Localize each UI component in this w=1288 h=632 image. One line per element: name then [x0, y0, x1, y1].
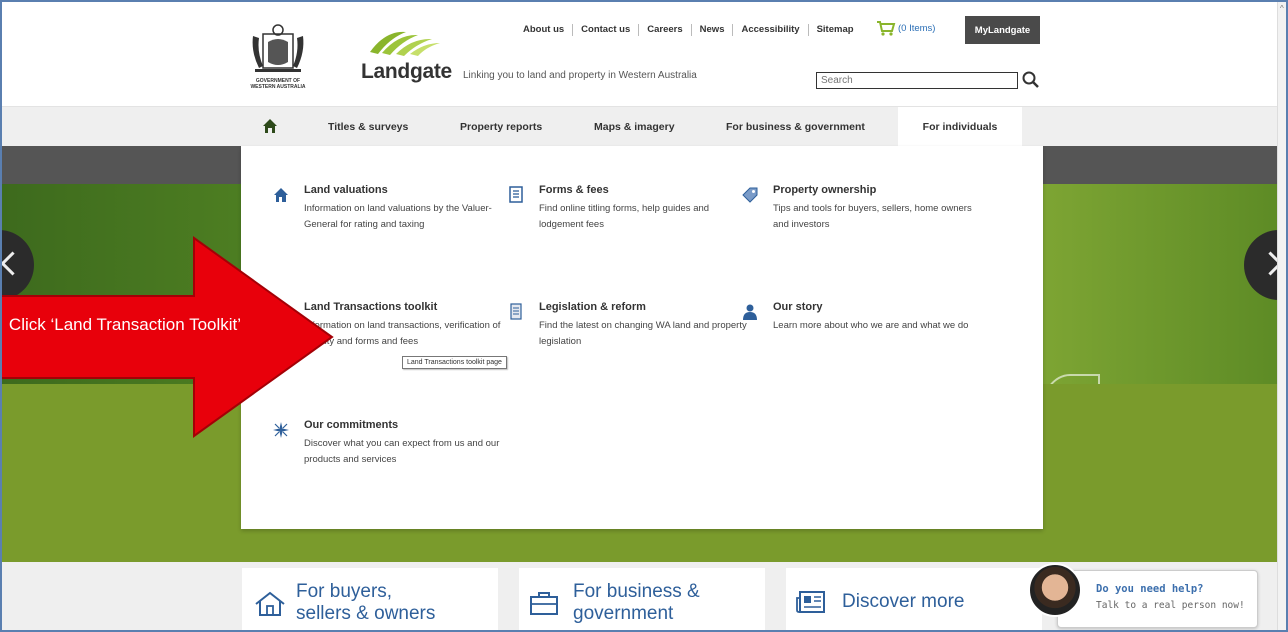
news-link[interactable]: News: [692, 24, 734, 36]
help-chat-widget[interactable]: Do you need help? Talk to a real person …: [1057, 570, 1258, 628]
document-icon: [510, 303, 522, 320]
form-icon: [509, 186, 523, 203]
annotation-text: Click ‘Land Transaction Toolkit’: [8, 315, 242, 334]
briefcase-icon: [530, 592, 558, 615]
menu-item-title: Legislation & reform: [539, 301, 646, 313]
nav-titles-surveys[interactable]: Titles & surveys: [328, 107, 408, 147]
tag-icon: [742, 187, 758, 203]
nav-property-reports[interactable]: Property reports: [460, 107, 542, 147]
menu-item-title: Land valuations: [304, 184, 388, 196]
card-title-line1: Discover more: [842, 591, 965, 612]
about-us-link[interactable]: About us: [515, 24, 574, 36]
menu-item-desc: Find the latest on changing WA land and …: [539, 320, 747, 347]
search-icon[interactable]: [1021, 70, 1041, 90]
cart-link[interactable]: (0 Items): [876, 20, 935, 36]
menu-item-desc: Discover what you can expect from us and…: [304, 438, 500, 465]
house-outline-icon: [255, 591, 285, 616]
help-subtitle: Talk to a real person now!: [1096, 600, 1245, 611]
person-icon: [743, 304, 757, 320]
card-discover-more[interactable]: Discover more: [786, 568, 1042, 632]
card-title-line2: sellers & owners: [296, 603, 436, 624]
brand-name[interactable]: Landgate: [361, 60, 452, 84]
mega-menu-for-individuals: Land valuations Information on land valu…: [241, 146, 1043, 529]
nav-maps-imagery[interactable]: Maps & imagery: [594, 107, 675, 147]
landgate-leaf-icon[interactable]: [368, 28, 440, 58]
menu-item-title: Property ownership: [773, 184, 877, 196]
main-nav: Titles & surveys Property reports Maps &…: [0, 106, 1288, 147]
scroll-up-arrow-icon[interactable]: ^: [1280, 4, 1284, 13]
accessibility-link[interactable]: Accessibility: [733, 24, 809, 36]
careers-link[interactable]: Careers: [639, 24, 692, 36]
menu-item-desc: Tips and tools for buyers, sellers, home…: [773, 203, 972, 230]
menu-item-title: Our story: [773, 301, 823, 313]
menu-item-desc: Information on land valuations by the Va…: [304, 203, 492, 230]
page-scrollbar[interactable]: ^: [1277, 0, 1288, 632]
card-business-government[interactable]: For business & government: [519, 568, 765, 632]
menu-item-title: Forms & fees: [539, 184, 609, 196]
home-icon[interactable]: [262, 118, 278, 134]
help-title: Do you need help?: [1096, 583, 1204, 595]
house-icon: [274, 188, 288, 202]
card-buyers-sellers-owners[interactable]: For buyers, sellers & owners: [242, 568, 498, 632]
utility-links: About us Contact us Careers News Accessi…: [515, 23, 862, 37]
link-tooltip: Land Transactions toolkit page: [402, 356, 507, 369]
nav-business-government[interactable]: For business & government: [726, 107, 865, 147]
my-landgate-button[interactable]: MyLandgate: [965, 16, 1040, 44]
menu-item-desc: Learn more about who we are and what we …: [773, 320, 969, 331]
cart-icon: [877, 21, 896, 36]
contact-us-link[interactable]: Contact us: [573, 24, 640, 36]
crest-icon: [252, 24, 304, 72]
card-title-line1: For business &: [573, 581, 700, 602]
help-agent-avatar[interactable]: [1028, 563, 1082, 617]
sitemap-link[interactable]: Sitemap: [809, 24, 862, 36]
brand-tagline: Linking you to land and property in West…: [463, 70, 697, 81]
crest-text: GOVERNMENT OF WESTERN AUSTRALIA: [250, 78, 306, 90]
annotation-arrow: [0, 236, 334, 438]
government-crest-logo[interactable]: GOVERNMENT OF WESTERN AUSTRALIA: [243, 22, 313, 92]
card-title-line1: For buyers,: [296, 581, 393, 602]
newspaper-icon: [796, 591, 825, 613]
search-input[interactable]: [816, 72, 1018, 89]
cart-count: (0 Items): [898, 22, 936, 34]
site-header: GOVERNMENT OF WESTERN AUSTRALIA Landgate…: [0, 0, 1288, 106]
menu-item-desc: Find online titling forms, help guides a…: [539, 203, 710, 230]
nav-for-individuals[interactable]: For individuals: [898, 107, 1022, 147]
card-title-line2: government: [573, 603, 674, 624]
